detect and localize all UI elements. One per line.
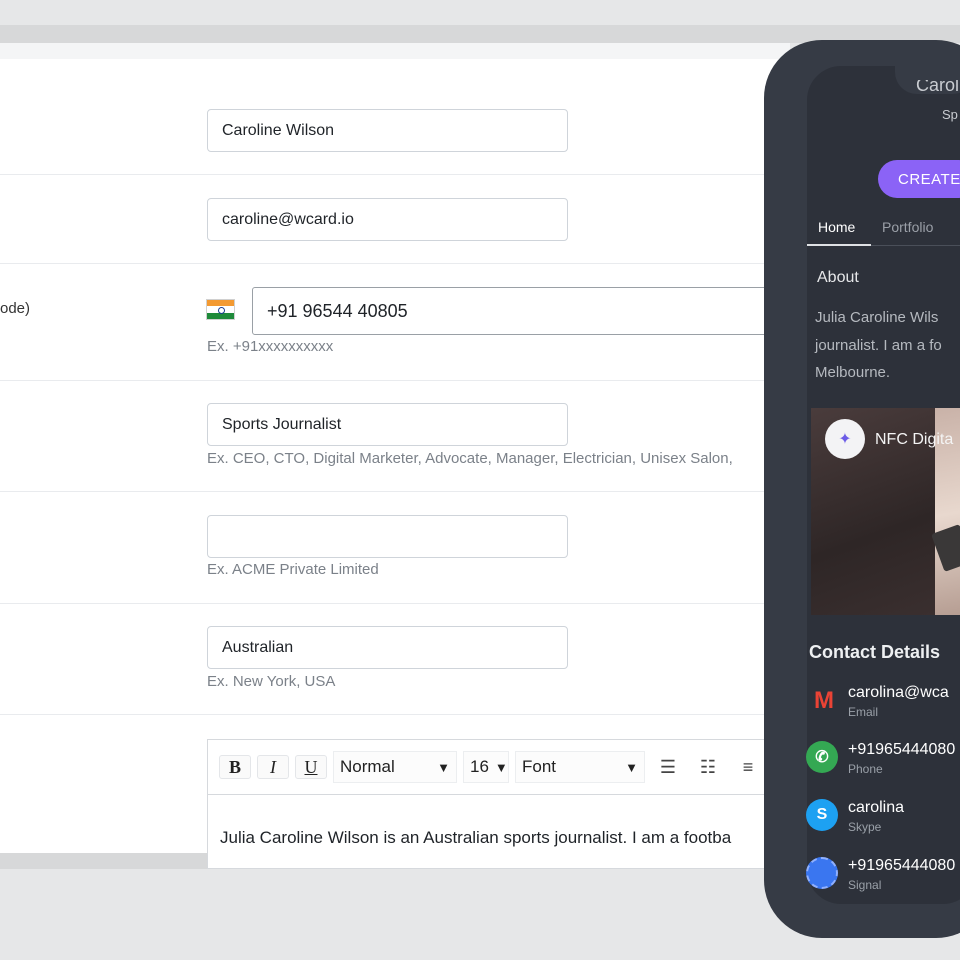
row-divider (0, 263, 790, 264)
row-divider (0, 491, 790, 492)
signal-icon (806, 857, 838, 889)
contact-details-title: Contact Details (809, 642, 941, 662)
editor-toolbar: B I U Normal ▼ 16 ▼ Font ▼ ☰ ☷ ≡ (208, 740, 806, 795)
phone-icon: ✆ (806, 741, 838, 773)
style-select[interactable]: Normal ▼ (333, 751, 457, 783)
contact-signal-value[interactable]: +91965444080 (848, 857, 955, 875)
tab-divider (871, 245, 960, 246)
contact-email-value[interactable]: carolina@wca (848, 684, 949, 702)
chevron-down-icon: ▼ (625, 759, 638, 775)
company-input[interactable] (207, 515, 568, 558)
email-input[interactable]: caroline@wcard.io (207, 198, 568, 241)
bio-editor: B I U Normal ▼ 16 ▼ Font ▼ ☰ ☷ ≡ Julia C… (207, 739, 807, 869)
wcard-logo-icon: ✦ (825, 419, 865, 459)
style-select-value: Normal (340, 757, 395, 776)
profile-form: ode) (0, 43, 790, 853)
contact-signal-type: Signal (848, 878, 882, 892)
video-thumbnail[interactable]: ✦ NFC Digita (811, 408, 960, 615)
font-select[interactable]: Font ▼ (515, 751, 645, 783)
company-hint: Ex. ACME Private Limited (207, 561, 379, 578)
indent-icon[interactable]: ≡ (731, 755, 765, 779)
profile-subtitle: Sp (942, 107, 958, 122)
size-select[interactable]: 16 ▼ (463, 751, 509, 783)
phone-hint: Ex. +91xxxxxxxxxx (207, 338, 334, 355)
font-select-value: Font (522, 757, 557, 776)
phone-input[interactable]: +91 96544 40805 (252, 287, 792, 335)
ordered-list-icon[interactable]: ☷ (691, 755, 725, 779)
italic-button[interactable]: I (257, 755, 289, 779)
phone-field-label: ode) (0, 300, 31, 317)
contact-email-type: Email (848, 705, 879, 719)
flag-stripe-white (207, 306, 234, 315)
contact-skype-type: Skype (848, 820, 882, 834)
bold-button[interactable]: B (219, 755, 251, 779)
create-button[interactable]: CREATE (878, 160, 960, 198)
contact-skype-value[interactable]: carolina (848, 799, 904, 817)
skype-icon: S (806, 799, 838, 831)
contact-phone-value[interactable]: +91965444080 (848, 741, 955, 759)
size-select-value: 16 (470, 757, 489, 776)
contact-phone-type: Phone (848, 762, 883, 776)
chevron-down-icon: ▼ (437, 759, 450, 775)
location-input[interactable]: Australian (207, 626, 568, 669)
active-tab-indicator (807, 244, 871, 246)
about-text: Julia Caroline Wils journalist. I am a f… (815, 309, 942, 381)
india-flag-icon[interactable] (206, 299, 235, 320)
row-divider (0, 380, 790, 381)
gmail-icon: M (814, 687, 834, 714)
about-title: About (817, 269, 859, 286)
location-hint: Ex. New York, USA (207, 673, 336, 690)
editor-content[interactable]: Julia Caroline Wilson is an Australian s… (208, 795, 806, 848)
row-divider (0, 603, 790, 604)
designation-input[interactable]: Sports Journalist (207, 403, 568, 446)
underline-button[interactable]: U (295, 755, 327, 779)
row-divider (0, 174, 790, 175)
tab-portfolio[interactable]: Portfolio (882, 219, 933, 235)
designation-hint: Ex. CEO, CTO, Digital Marketer, Advocate… (207, 450, 733, 467)
row-divider (0, 714, 790, 715)
tab-home[interactable]: Home (818, 219, 855, 235)
video-title: NFC Digita (875, 431, 954, 448)
bullet-list-icon[interactable]: ☰ (651, 755, 685, 779)
form-top-strip (0, 43, 790, 59)
name-input[interactable]: Caroline Wilson (207, 109, 568, 152)
profile-name: Caroline (916, 80, 960, 94)
chevron-down-icon: ▼ (494, 759, 508, 775)
